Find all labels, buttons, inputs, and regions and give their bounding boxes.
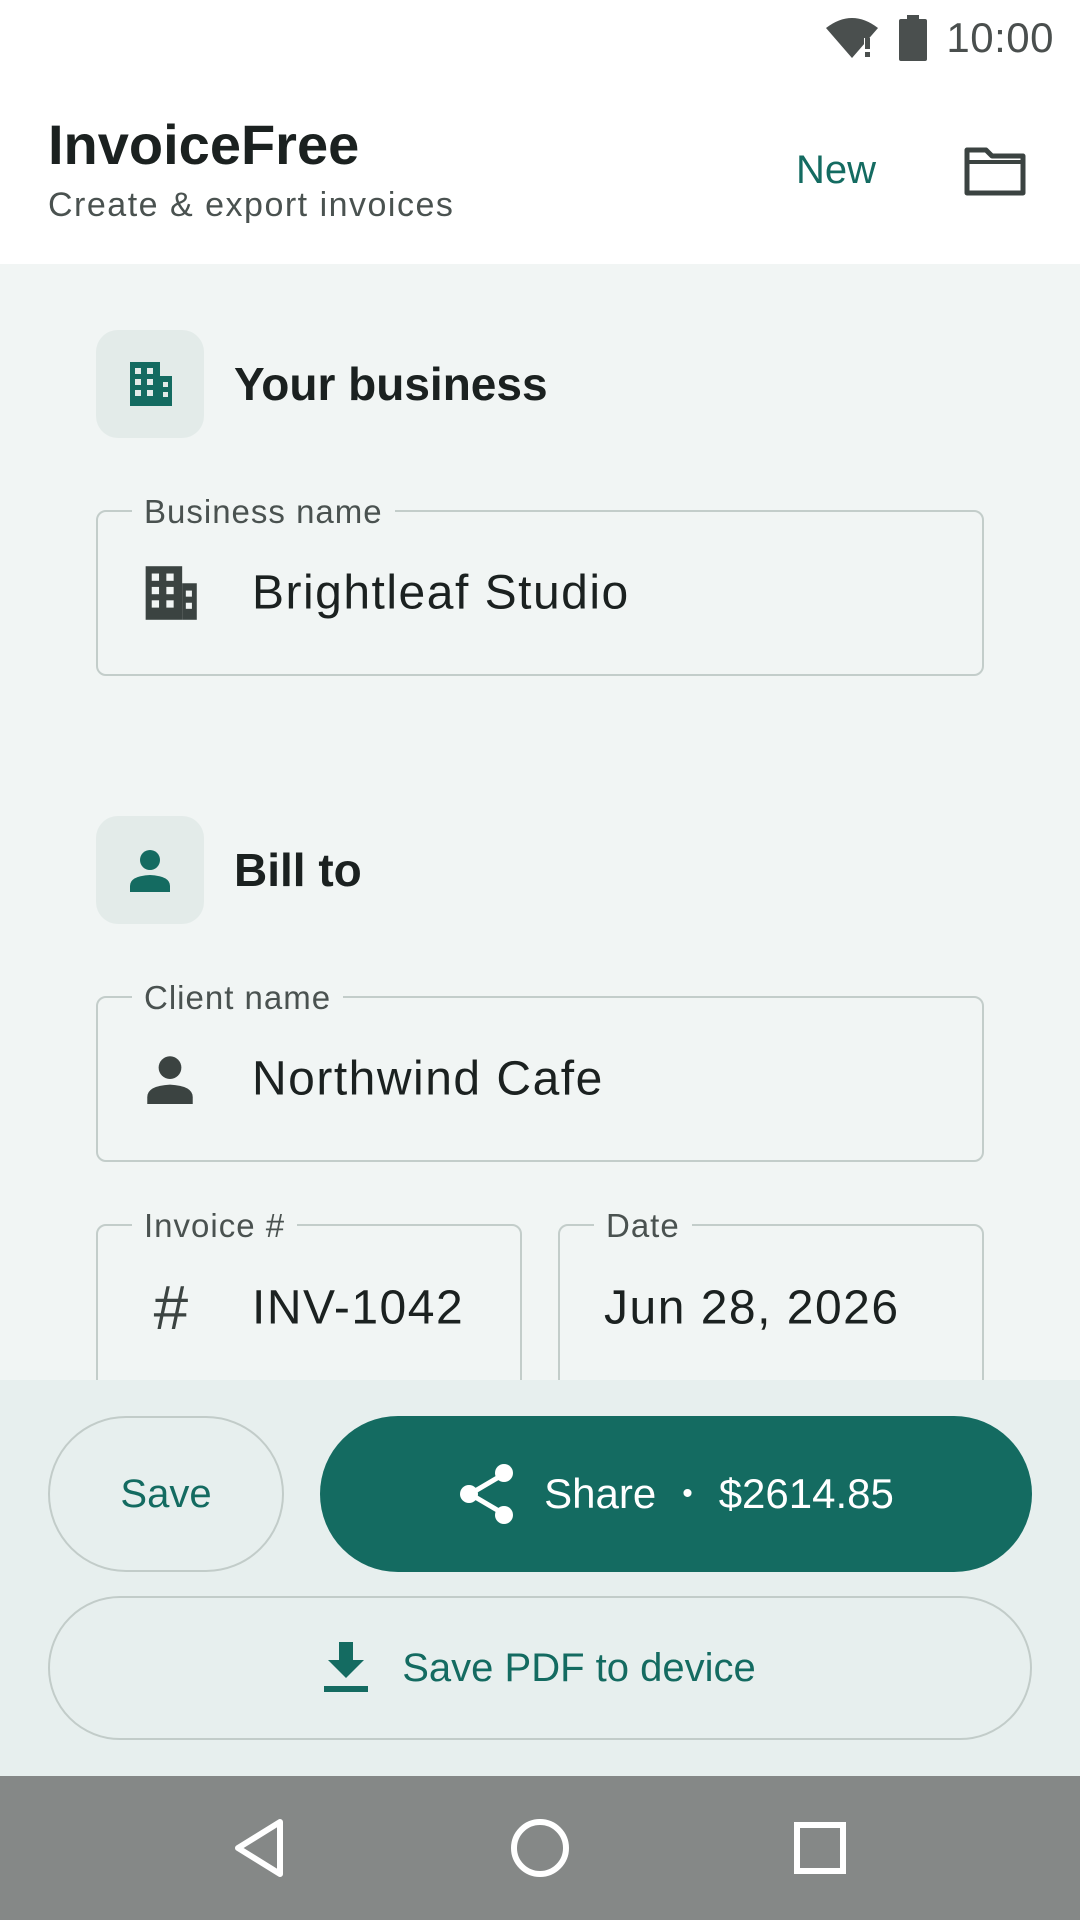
business-card: Your business Business name [50,294,1030,714]
bill-to-card-title: Bill to [234,844,362,896]
battery-icon [899,15,928,61]
status-time: 10:00 [946,14,1054,61]
save-pdf-button[interactable]: Save PDF to device [48,1596,1032,1740]
status-bar: 10:00 [0,0,1080,76]
home-button[interactable] [490,1798,590,1898]
client-name-field[interactable]: Client name [96,978,984,1162]
share-total: $2614.85 [718,1470,894,1517]
date-label: Date [594,1206,692,1246]
business-name-field[interactable]: Business name [96,492,984,676]
client-name-label: Client name [132,978,344,1018]
business-name-input[interactable] [252,565,852,621]
building-icon [130,362,172,406]
system-nav-bar [0,1776,1080,1920]
invoice-number-field[interactable]: Invoice # # [96,1206,522,1380]
hash-icon: # [152,1273,188,1343]
folder-icon [964,147,1026,196]
recents-icon [794,1822,846,1874]
app-subtitle: Create & export invoices [48,186,455,224]
business-name-label: Business name [132,492,395,532]
wifi-alert-icon [826,18,879,58]
person-icon [130,850,170,892]
business-card-title: Your business [234,358,548,410]
back-button[interactable] [210,1798,310,1898]
save-button[interactable]: Save [48,1416,284,1572]
home-icon [511,1819,569,1877]
client-name-input[interactable] [252,1051,852,1107]
invoice-form[interactable]: Your business Business name Brightleaf S… [0,264,1080,1380]
bill-to-card-header: Bill to [96,816,362,924]
app-title: InvoiceFree [48,113,360,176]
date-input[interactable] [604,1280,964,1336]
person-icon [140,1049,200,1109]
share-button[interactable]: Share • $2614.85 [320,1416,1032,1572]
bill-to-chip [96,816,204,924]
invoice-number-label: Invoice # [132,1206,298,1246]
download-icon [324,1642,369,1692]
date-field[interactable]: Date [558,1206,984,1380]
bill-to-card: Bill to Client name Invoice # # Date [50,780,1030,1380]
share-icon [458,1463,516,1525]
open-folder-button[interactable] [958,136,1032,206]
app-bar: InvoiceFree Create & export invoices New [0,76,1080,264]
share-label: Share [544,1470,657,1517]
action-bar: Save Share • $2614.85 Save PDF to device [0,1380,1080,1776]
business-card-header: Your business [96,330,548,438]
back-icon [235,1819,283,1877]
new-invoice-button[interactable]: New [780,138,892,202]
save-pdf-label: Save PDF to device [402,1645,756,1690]
business-chip [96,330,204,438]
share-separator: • [682,1477,693,1510]
invoice-number-input[interactable] [252,1280,502,1336]
building-icon [140,563,200,623]
recents-button[interactable] [770,1798,870,1898]
